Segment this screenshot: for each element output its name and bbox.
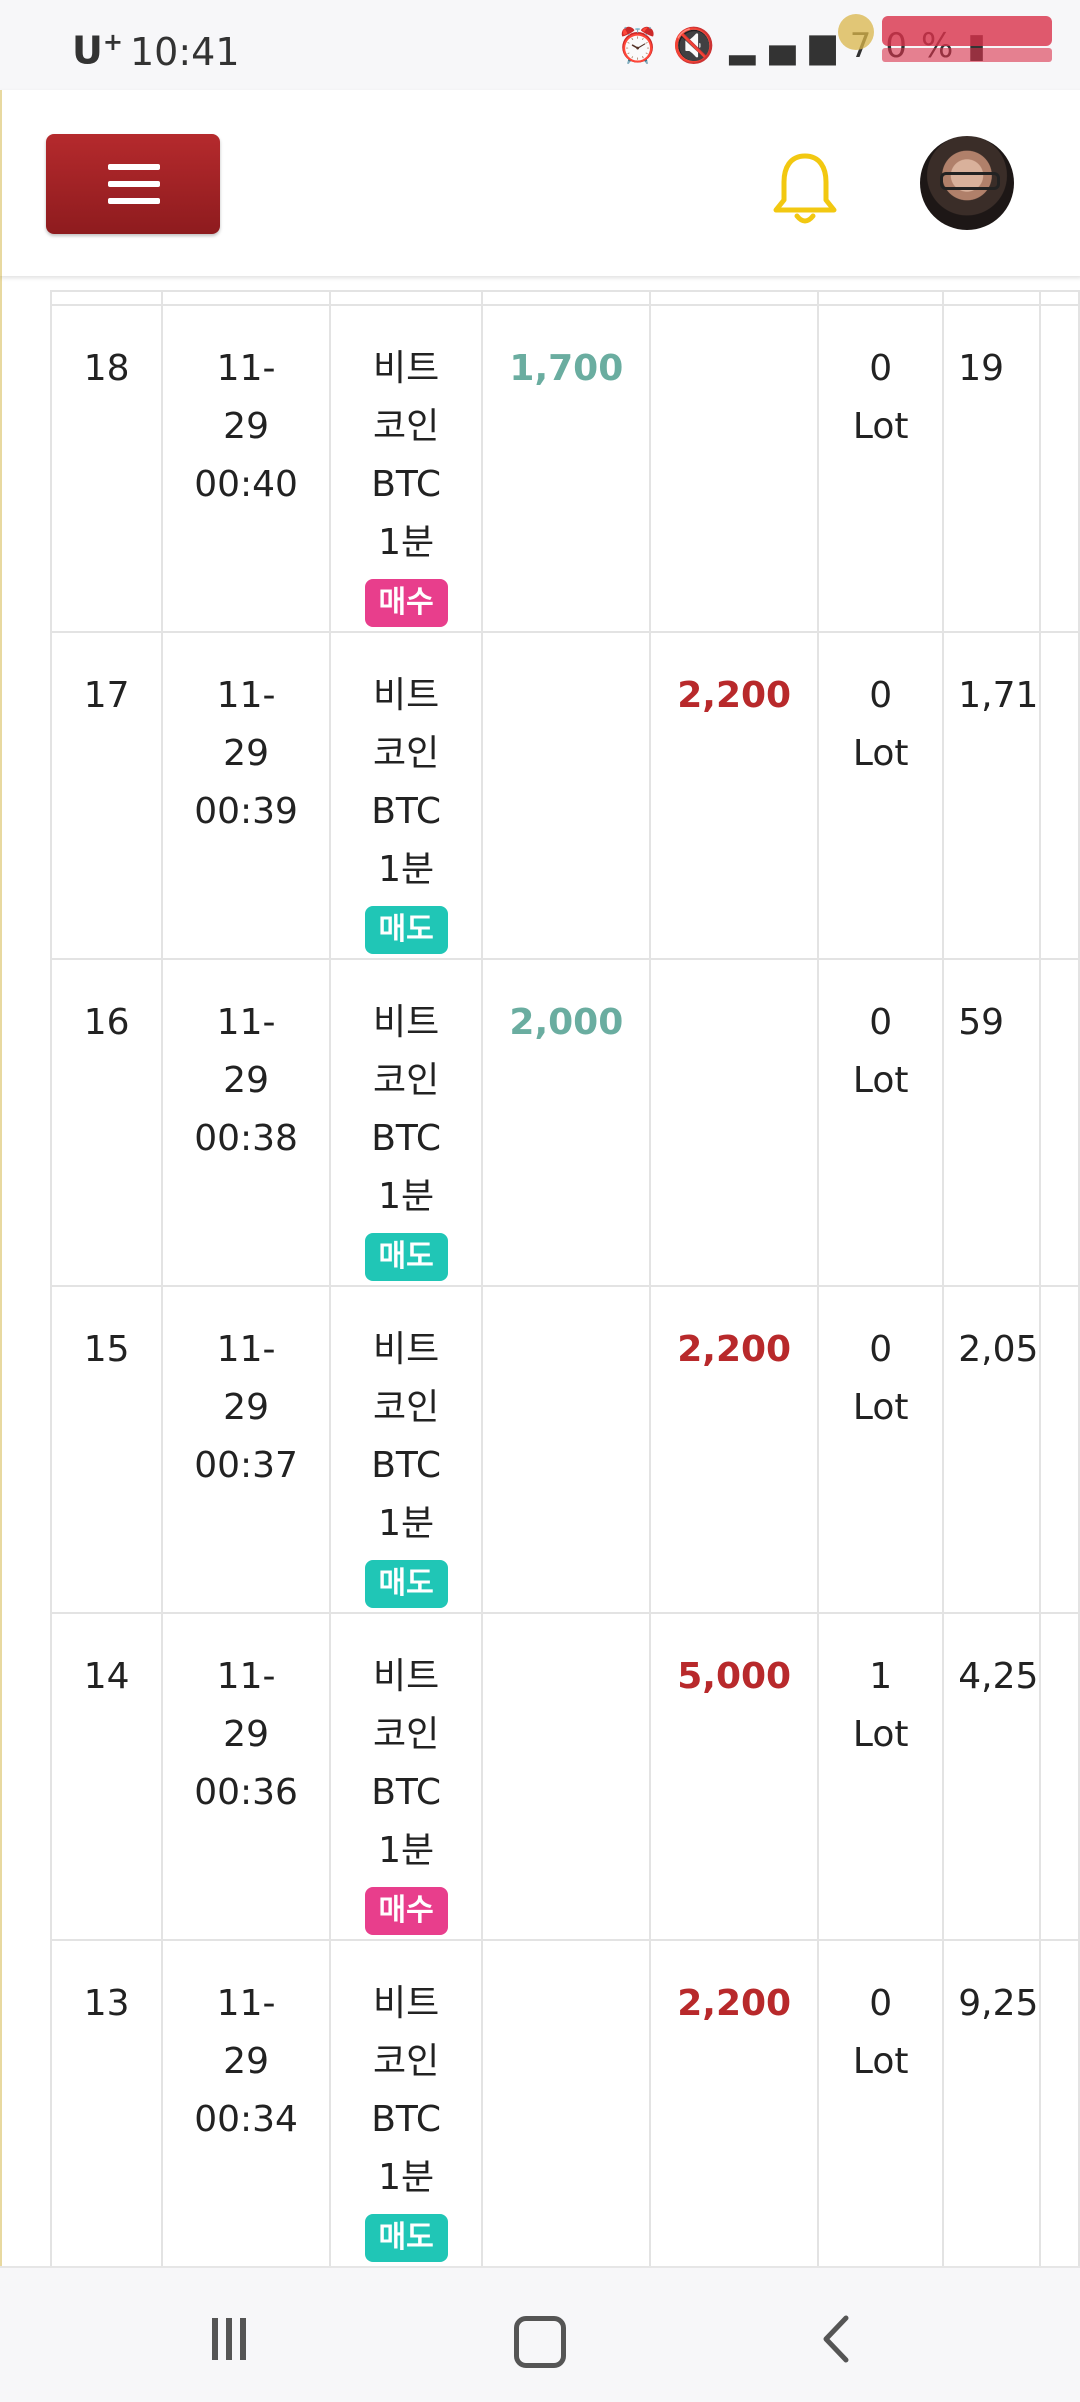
row-number: 15 <box>49 1285 164 1614</box>
row-item: 비트 코인 BTC 1분 매수 <box>328 304 484 633</box>
row-lot: 0 Lot <box>817 958 945 1287</box>
row-pnl: 9,25 <box>942 1939 1042 2266</box>
row-buy-price: 2,000 <box>481 958 652 1287</box>
row-datetime: 11- 29 00:37 <box>161 1285 331 1614</box>
row-pnl: 2,05 <box>942 1285 1042 1614</box>
row-datetime: 11- 29 00:38 <box>161 958 331 1287</box>
row-sell-price <box>649 958 820 1287</box>
row-number: 16 <box>49 958 164 1287</box>
app-header <box>0 90 1080 276</box>
trade-history-table: 18 11- 29 00:40 비트 코인 BTC 1분 매수 1,700 0 Lot 19 … <box>49 290 1080 2266</box>
table-row: 13 11- 29 00:34 비트 코인 BTC 1분 매도 2,200 0 Lot 9,2… <box>49 1939 1080 2266</box>
side-badge-sell: 매도 <box>364 906 448 954</box>
row-buy-price <box>481 1939 652 2266</box>
bell-icon[interactable] <box>770 148 840 228</box>
status-bar: U+ 10:41 ⏰🔇▂▄▆70%▮ <box>0 0 1080 90</box>
row-sell-price <box>649 304 820 633</box>
carrier-label: U+ <box>72 28 123 73</box>
row-number: 14 <box>49 1612 164 1941</box>
row-datetime: 11- 29 00:36 <box>161 1612 331 1941</box>
row-item: 비트 코인 BTC 1분 매도 <box>328 958 484 1287</box>
table-row: 17 11- 29 00:39 비트 코인 BTC 1분 매도 2,200 0 Lot 1,7… <box>49 631 1080 960</box>
avatar[interactable] <box>920 136 1014 230</box>
row-pnl: 59 <box>942 958 1042 1287</box>
row-buy-price: 1,700 <box>481 304 652 633</box>
row-datetime: 11- 29 00:39 <box>161 631 331 960</box>
row-lot: 0 Lot <box>817 631 945 960</box>
side-badge-buy: 매수 <box>364 579 448 627</box>
row-datetime: 11- 29 00:34 <box>161 1939 331 2266</box>
hamburger-icon <box>108 164 160 170</box>
menu-button[interactable] <box>46 134 220 234</box>
row-number: 18 <box>49 304 164 633</box>
home-icon[interactable] <box>514 2316 566 2368</box>
row-buy-price <box>481 631 652 960</box>
table-row: 14 11- 29 00:36 비트 코인 BTC 1분 매수 5,000 1 Lot 4,2… <box>49 1612 1080 1941</box>
row-sell-price: 2,200 <box>649 1939 820 2266</box>
system-nav-bar <box>0 2266 1080 2402</box>
mute-icon: 🔇 <box>672 26 730 66</box>
row-sell-price: 2,200 <box>649 1285 820 1614</box>
table-row: 16 11- 29 00:38 비트 코인 BTC 1분 매도 2,000 0 Lot 59 <box>49 958 1080 1287</box>
row-lot: 1 Lot <box>817 1612 945 1941</box>
row-buy-price <box>481 1285 652 1614</box>
row-pnl: 19 <box>942 304 1042 633</box>
row-sell-price: 2,200 <box>649 631 820 960</box>
row-item: 비트 코인 BTC 1분 매도 <box>328 1285 484 1614</box>
table-row: 18 11- 29 00:40 비트 코인 BTC 1분 매수 1,700 0 Lot 19 <box>49 304 1080 633</box>
row-pnl: 4,25 <box>942 1612 1042 1941</box>
row-item: 비트 코인 BTC 1분 매도 <box>328 631 484 960</box>
row-lot: 0 Lot <box>817 1939 945 2266</box>
row-sell-price: 5,000 <box>649 1612 820 1941</box>
row-item: 비트 코인 BTC 1분 매도 <box>328 1939 484 2266</box>
trade-history-table-wrapper[interactable]: 18 11- 29 00:40 비트 코인 BTC 1분 매수 1,700 0 Lot 19 … <box>0 276 1080 2266</box>
watermark-logo <box>838 14 1052 62</box>
row-number: 13 <box>49 1939 164 2266</box>
row-number: 17 <box>49 631 164 960</box>
status-time: 10:41 <box>130 30 240 74</box>
row-buy-price <box>481 1612 652 1941</box>
side-badge-sell: 매도 <box>364 2214 448 2262</box>
row-datetime: 11- 29 00:40 <box>161 304 331 633</box>
row-pnl: 1,71 <box>942 631 1042 960</box>
side-badge-buy: 매수 <box>364 1887 448 1935</box>
row-lot: 0 Lot <box>817 1285 945 1614</box>
alarm-icon: ⏰ <box>616 26 673 66</box>
row-lot: 0 Lot <box>817 304 945 633</box>
side-badge-sell: 매도 <box>364 1233 448 1281</box>
table-row-stub <box>49 290 1080 306</box>
back-icon[interactable] <box>820 2314 852 2364</box>
table-row: 15 11- 29 00:37 비트 코인 BTC 1분 매도 2,200 0 Lot 2,0… <box>49 1285 1080 1614</box>
side-badge-sell: 매도 <box>364 1560 448 1608</box>
row-item: 비트 코인 BTC 1분 매수 <box>328 1612 484 1941</box>
